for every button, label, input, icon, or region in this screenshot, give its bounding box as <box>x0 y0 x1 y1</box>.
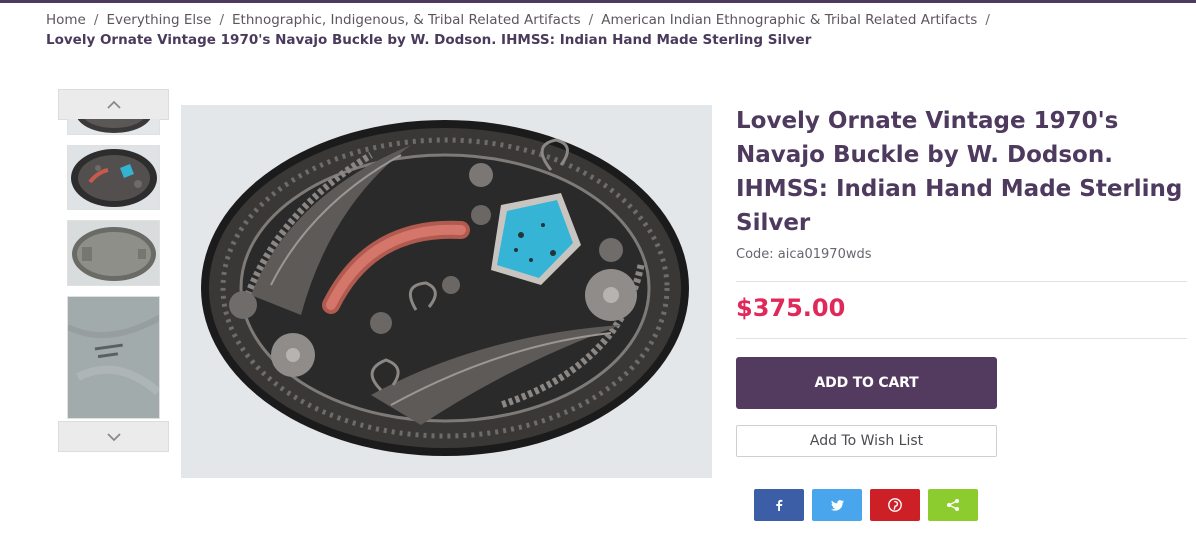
thumbnail-hallmark-closeup[interactable] <box>67 296 160 419</box>
breadcrumb-separator: / <box>93 12 99 28</box>
chevron-down-icon <box>106 432 121 441</box>
breadcrumb-american-indian[interactable]: American Indian Ethnographic & Tribal Re… <box>601 12 977 28</box>
share-more-button[interactable] <box>928 489 978 521</box>
thumbnail-buckle-back[interactable] <box>67 220 160 286</box>
breadcrumb-separator: / <box>219 12 225 28</box>
breadcrumb-separator: / <box>588 12 594 28</box>
breadcrumb-home[interactable]: Home <box>46 12 86 28</box>
buckle-image <box>181 105 712 478</box>
twitter-icon <box>830 499 844 511</box>
add-to-cart-button[interactable]: ADD TO CART <box>736 357 997 409</box>
share-pinterest-button[interactable] <box>870 489 920 521</box>
breadcrumb-ethnographic[interactable]: Ethnographic, Indigenous, & Tribal Relat… <box>232 12 581 28</box>
breadcrumb-separator: / <box>985 12 990 28</box>
gallery-up-button[interactable] <box>58 89 169 120</box>
share-twitter-button[interactable] <box>812 489 862 521</box>
thumbnail-buckle-front[interactable] <box>67 145 160 210</box>
product-main-image[interactable] <box>181 105 712 478</box>
product-price: $375.00 <box>736 294 846 322</box>
thumbnail-gallery <box>58 89 169 453</box>
thumbnail-buckle-front-cropped[interactable] <box>67 119 160 135</box>
breadcrumb: Home / Everything Else / Ethnographic, Indig… <box>46 11 1166 50</box>
share-icon <box>947 499 959 511</box>
facebook-icon <box>776 499 783 511</box>
breadcrumb-everything-else[interactable]: Everything Else <box>106 12 211 28</box>
top-accent-bar <box>0 0 1196 3</box>
share-facebook-button[interactable] <box>754 489 804 521</box>
product-info: Lovely Ornate Vintage 1970's Navajo Buck… <box>736 104 1187 339</box>
divider <box>736 281 1187 282</box>
product-code: Code: aica01970wds <box>736 247 872 262</box>
pinterest-icon <box>888 498 902 512</box>
gallery-down-button[interactable] <box>58 421 169 452</box>
add-to-wishlist-button[interactable]: Add To Wish List <box>736 425 997 457</box>
divider <box>736 338 1187 339</box>
chevron-up-icon <box>106 100 121 109</box>
breadcrumb-current: Lovely Ornate Vintage 1970's Navajo Buck… <box>46 32 812 48</box>
product-title: Lovely Ornate Vintage 1970's Navajo Buck… <box>736 108 1183 236</box>
